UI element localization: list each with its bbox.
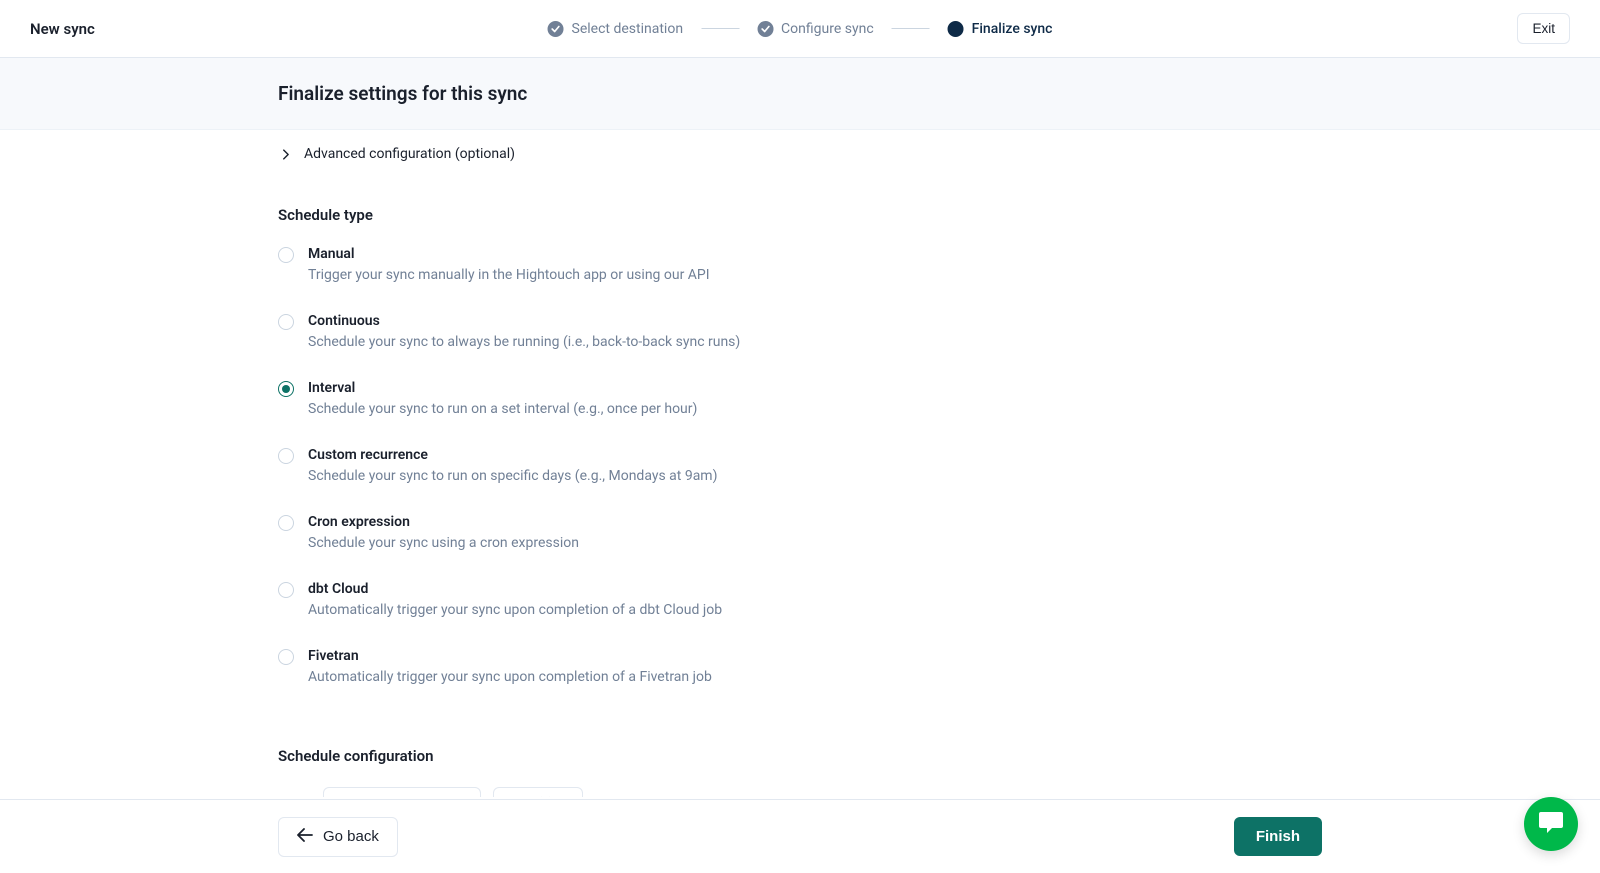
step-configure-sync: Configure sync (757, 21, 874, 37)
radio-description: Schedule your sync to always be running … (308, 334, 740, 350)
radio-icon (278, 448, 294, 464)
radio-content: Cron expression Schedule your sync using… (308, 514, 579, 551)
step-select-destination: Select destination (548, 21, 684, 37)
radio-icon (278, 582, 294, 598)
schedule-type-radio-group: Manual Trigger your sync manually in the… (278, 246, 1278, 685)
exit-button[interactable]: Exit (1517, 13, 1570, 44)
radio-icon (278, 247, 294, 263)
step-label: Select destination (572, 21, 684, 37)
intercom-chat-button[interactable] (1524, 797, 1578, 851)
finish-button[interactable]: Finish (1234, 817, 1322, 856)
advanced-config-label: Advanced configuration (optional) (304, 146, 515, 162)
subheader: Finalize settings for this sync (0, 58, 1600, 130)
check-icon (757, 21, 773, 37)
radio-description: Schedule your sync using a cron expressi… (308, 535, 579, 551)
page-breadcrumb: New sync (30, 20, 95, 38)
radio-interval[interactable]: Interval Schedule your sync to run on a … (278, 380, 1278, 417)
radio-cron-expression[interactable]: Cron expression Schedule your sync using… (278, 514, 1278, 551)
radio-content: Custom recurrence Schedule your sync to … (308, 447, 717, 484)
radio-content: Fivetran Automatically trigger your sync… (308, 648, 712, 685)
main-content: Advanced configuration (optional) Schedu… (0, 130, 1600, 797)
interval-unit-select[interactable]: Hour(s) (493, 787, 582, 797)
footer: Go back Finish (0, 799, 1600, 873)
go-back-label: Go back (323, 828, 379, 845)
schedule-type-title: Schedule type (278, 206, 1278, 224)
radio-label: Custom recurrence (308, 447, 717, 463)
radio-description: Trigger your sync manually in the Highto… (308, 267, 710, 283)
radio-icon (278, 314, 294, 330)
radio-label: Manual (308, 246, 710, 262)
radio-description: Schedule your sync to run on specific da… (308, 468, 717, 484)
radio-description: Automatically trigger your sync upon com… (308, 669, 712, 685)
radio-icon (278, 381, 294, 397)
unit-select-value: Hour(s) (506, 796, 553, 797)
radio-continuous[interactable]: Continuous Schedule your sync to always … (278, 313, 1278, 350)
active-step-icon (948, 21, 964, 37)
step-label: Finalize sync (972, 21, 1053, 37)
every-label: Every (278, 796, 311, 797)
radio-icon (278, 649, 294, 665)
radio-content: Manual Trigger your sync manually in the… (308, 246, 710, 283)
schedule-config-title: Schedule configuration (278, 747, 1278, 765)
interval-row: Every Hour(s) (278, 787, 1278, 797)
radio-label: Fivetran (308, 648, 712, 664)
radio-manual[interactable]: Manual Trigger your sync manually in the… (278, 246, 1278, 283)
radio-content: dbt Cloud Automatically trigger your syn… (308, 581, 722, 618)
radio-icon (278, 515, 294, 531)
radio-content: Interval Schedule your sync to run on a … (308, 380, 697, 417)
radio-dbt-cloud[interactable]: dbt Cloud Automatically trigger your syn… (278, 581, 1278, 618)
step-connector (892, 28, 930, 29)
radio-label: dbt Cloud (308, 581, 722, 597)
wizard-stepper: Select destination Configure sync Finali… (548, 21, 1053, 37)
step-connector (701, 28, 739, 29)
radio-content: Continuous Schedule your sync to always … (308, 313, 740, 350)
chat-icon (1537, 809, 1565, 839)
radio-custom-recurrence[interactable]: Custom recurrence Schedule your sync to … (278, 447, 1278, 484)
radio-description: Schedule your sync to run on a set inter… (308, 401, 697, 417)
page-title: Finalize settings for this sync (278, 82, 1278, 105)
check-icon (548, 21, 564, 37)
interval-value-input[interactable] (323, 787, 481, 797)
radio-fivetran[interactable]: Fivetran Automatically trigger your sync… (278, 648, 1278, 685)
advanced-config-toggle[interactable]: Advanced configuration (optional) (278, 144, 1278, 186)
schedule-config-section: Schedule configuration Every Hour(s) (278, 747, 1278, 797)
chevron-right-icon (278, 149, 292, 160)
arrow-left-icon (297, 828, 313, 846)
radio-description: Automatically trigger your sync upon com… (308, 602, 722, 618)
go-back-button[interactable]: Go back (278, 817, 398, 857)
step-finalize-sync: Finalize sync (948, 21, 1053, 37)
radio-label: Cron expression (308, 514, 579, 530)
header: New sync Select destination Configure sy… (0, 0, 1600, 58)
step-label: Configure sync (781, 21, 874, 37)
radio-label: Interval (308, 380, 697, 396)
radio-label: Continuous (308, 313, 740, 329)
